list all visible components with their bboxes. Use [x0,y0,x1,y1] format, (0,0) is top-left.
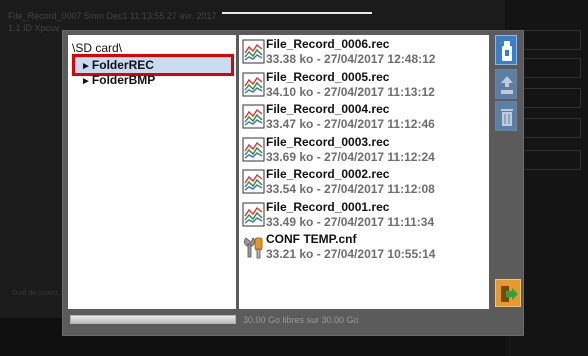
transfer-icon [501,76,513,94]
file-meta: 33.21 ko - 27/04/2017 10:55:14 [266,247,436,261]
chart-file-icon [242,137,266,163]
file-name: File_Record_0003.rec [266,134,390,149]
file-meta: 33.49 ko - 27/04/2017 11:11:34 [266,214,435,229]
tree-item-label: FolderBMP [91,73,156,87]
storage-status-text: 30.00 Go libres sur 30.00 Go [243,315,359,325]
file-meta: 33.47 ko - 27/04/2017 11:12:46 [266,117,435,131]
storage-progress-fill [71,316,235,323]
file-name: CONF TEMP.cnf [266,232,357,246]
config-file-icon [242,234,266,260]
file-row[interactable]: CONF TEMP.cnf 33.21 ko - 27/04/2017 10:55… [241,232,487,262]
usb-icon [502,41,512,61]
exit-icon [501,286,518,302]
chart-file-icon [242,72,266,98]
chart-file-icon [242,202,266,228]
delete-button[interactable] [495,101,517,131]
file-row[interactable]: File_Record_0001.rec 33.49 ko - 27/04/201… [241,200,487,230]
exit-button[interactable] [495,279,521,307]
file-meta: 33.54 ko - 27/04/2017 11:12:08 [266,182,435,196]
tree-item-folderrec[interactable]: ►FolderREC [72,54,234,76]
file-name: File_Record_0001.rec [266,199,390,214]
file-meta: 34.10 ko - 27/04/2017 11:13:12 [266,84,435,99]
file-row[interactable]: File_Record_0002.rec 33.54 ko - 27/04/201… [241,167,487,197]
background-footer-text: Outil de comm... [12,290,63,297]
transfer-button[interactable] [495,69,517,99]
file-name: File_Record_0004.rec [266,102,390,116]
file-row[interactable]: File_Record_0003.rec 33.69 ko - 27/04/201… [241,135,487,165]
folder-arrow-icon: ► [81,61,91,72]
tree-root-label: \SD card\ [72,41,123,55]
trash-icon [501,109,513,126]
storage-progress-bar [70,315,236,324]
tree-item-folderbmp[interactable]: ►FolderBMP [75,72,155,88]
file-name: File_Record_0005.rec [266,69,390,84]
file-meta: 33.69 ko - 27/04/2017 11:12:24 [266,149,435,164]
file-name: File_Record_0006.rec [266,37,390,51]
chart-file-icon [242,169,266,195]
file-name: File_Record_0002.rec [266,167,390,181]
usb-button[interactable] [495,35,517,65]
tree-item-label: FolderREC [91,58,154,72]
file-row[interactable]: File_Record_0004.rec 33.47 ko - 27/04/201… [241,102,487,132]
chart-file-icon [242,104,266,130]
file-row[interactable]: File_Record_0006.rec 33.38 ko - 27/04/201… [241,37,487,67]
folder-tree-pane: \SD card\ ►FolderREC ►FolderBMP [68,35,236,309]
chart-file-icon [242,39,266,65]
file-list-pane: File_Record_0006.rec 33.38 ko - 27/04/201… [239,35,489,309]
title-bar-line [222,12,372,14]
file-browser-dialog: \SD card\ ►FolderREC ►FolderBMP File_Rec… [62,30,524,336]
file-meta: 33.38 ko - 27/04/2017 12:48:12 [266,52,436,66]
file-row[interactable]: File_Record_0005.rec 34.10 ko - 27/04/201… [241,70,487,100]
folder-arrow-icon: ► [81,76,91,87]
